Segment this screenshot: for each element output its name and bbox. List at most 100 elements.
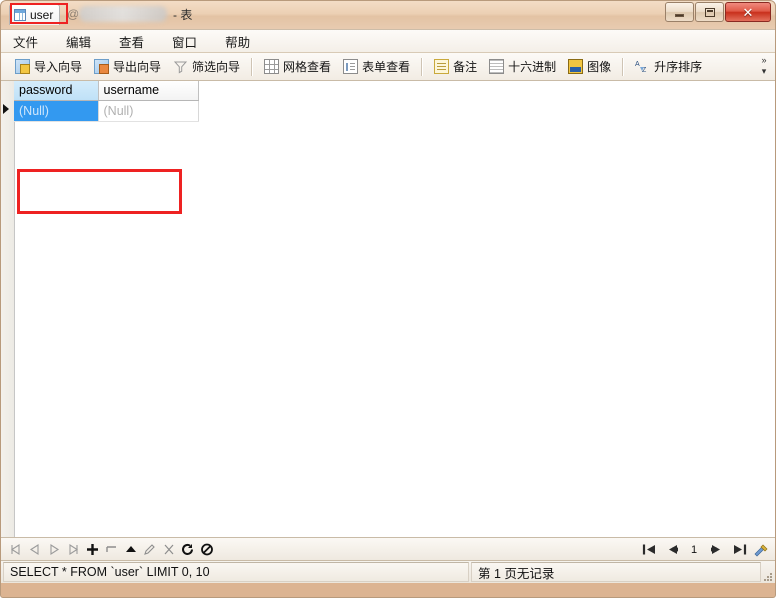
nav-apply-change-button[interactable] — [121, 540, 140, 559]
data-grid[interactable]: password username (Null) (Null) — [14, 81, 199, 122]
row-header-column — [1, 81, 15, 537]
last-page-icon — [733, 544, 746, 555]
title-blurred-connection — [79, 6, 167, 22]
next-page-button[interactable] — [707, 540, 727, 559]
menu-window[interactable]: 窗口 — [172, 30, 211, 53]
filter-funnel-icon — [173, 59, 188, 74]
minimize-button[interactable] — [665, 2, 694, 22]
page-navigation: 1 — [639, 538, 771, 561]
minimize-icon — [675, 14, 684, 17]
toolbar-overflow-button[interactable]: » ▾ — [757, 55, 771, 79]
maximize-button[interactable] — [695, 2, 724, 22]
pencil-icon — [143, 543, 155, 555]
sort-ascending-label: 升序排序 — [654, 60, 703, 74]
nav icat-window: user @ - 表 ✕ 文件 编辑 查看 窗口 帮助 导入向导 导出向导 筛选… — [0, 0, 776, 598]
toolbar-separator-3 — [622, 57, 625, 76]
prev-record-icon — [29, 543, 39, 555]
filter-wizard-button[interactable]: 筛选向导 — [167, 55, 246, 79]
sort-ascending-button[interactable]: A Z 升序排序 — [629, 55, 708, 79]
last-record-icon — [69, 543, 79, 555]
tools-icon — [754, 544, 768, 556]
menu-view[interactable]: 查看 — [119, 30, 158, 53]
next-page-icon — [710, 545, 720, 554]
table-icon — [14, 9, 26, 21]
last-page-button[interactable] — [729, 540, 749, 559]
sort-az-icon: A Z — [635, 59, 650, 74]
toolbar-overflow-arrow-icon: ▾ — [761, 66, 767, 76]
nav-delete-record-button[interactable] — [102, 540, 121, 559]
refresh-icon — [181, 543, 193, 555]
grid-view-icon — [264, 59, 280, 74]
form-view-label: 表单查看 — [362, 60, 411, 74]
status-sql-text: SELECT * FROM `user` LIMIT 0, 10 — [3, 562, 469, 582]
tools-button[interactable] — [751, 540, 771, 559]
export-wizard-label: 导出向导 — [113, 60, 162, 74]
svg-text:A: A — [635, 61, 640, 68]
first-page-icon — [642, 544, 655, 555]
status-bar: SELECT * FROM `user` LIMIT 0, 10 第 1 页无记… — [1, 561, 775, 583]
data-grid-area[interactable]: password username (Null) (Null) — [1, 81, 775, 538]
nav-next-record-button[interactable] — [45, 540, 64, 559]
close-button[interactable]: ✕ — [725, 2, 771, 22]
prev-page-button[interactable] — [661, 540, 681, 559]
window-controls: ✕ — [665, 2, 771, 22]
menu-help[interactable]: 帮助 — [225, 30, 264, 53]
record-navigation-bar: 1 — [1, 538, 775, 561]
cell-username[interactable]: (Null) — [98, 100, 199, 122]
image-button[interactable]: 图像 — [562, 55, 617, 79]
import-wizard-label: 导入向导 — [34, 60, 83, 74]
close-icon: ✕ — [742, 4, 754, 20]
menu-edit[interactable]: 编辑 — [66, 30, 105, 53]
hex-icon — [489, 59, 505, 74]
status-page-info: 第 1 页无记录 — [471, 562, 761, 582]
table-tab-user[interactable]: user — [9, 4, 61, 25]
next-record-icon — [50, 543, 60, 555]
title-suffix: - 表 — [173, 8, 193, 22]
hex-button[interactable]: 十六进制 — [483, 55, 562, 79]
toolbar-separator-1 — [251, 57, 254, 76]
import-wizard-button[interactable]: 导入向导 — [9, 55, 88, 79]
memo-label: 备注 — [453, 60, 478, 74]
nav-cut-record-button[interactable] — [159, 540, 178, 559]
nav-edit-record-button[interactable] — [140, 540, 159, 559]
export-wizard-button[interactable]: 导出向导 — [88, 55, 167, 79]
toolbar-separator-2 — [421, 57, 424, 76]
grid-header-row: password username — [14, 81, 199, 101]
nav-stop-button[interactable] — [197, 540, 216, 559]
table-row[interactable]: (Null) (Null) — [14, 100, 199, 122]
memo-button[interactable]: 备注 — [428, 55, 483, 79]
title-bar: user @ - 表 ✕ — [1, 1, 775, 29]
import-wizard-icon — [15, 59, 30, 74]
table-tab-label: user — [30, 8, 54, 22]
form-view-icon — [343, 59, 359, 74]
minus-record-icon — [105, 545, 116, 552]
toolbar-overflow-chevron-icon: » — [761, 55, 767, 65]
hex-label: 十六进制 — [508, 60, 557, 74]
filter-wizard-label: 筛选向导 — [192, 60, 241, 74]
nav-prev-record-button[interactable] — [26, 540, 45, 559]
export-wizard-icon — [94, 59, 110, 74]
nav-last-record-button[interactable] — [64, 540, 83, 559]
grid-view-label: 网格查看 — [283, 60, 332, 74]
menu-file[interactable]: 文件 — [13, 30, 52, 53]
resize-grip-icon[interactable] — [760, 569, 772, 581]
column-header-password[interactable]: password — [14, 81, 99, 101]
cell-password[interactable]: (Null) — [14, 100, 99, 122]
prev-page-icon — [668, 545, 678, 554]
plus-icon — [87, 543, 98, 555]
nav-add-record-button[interactable] — [83, 540, 102, 559]
maximize-icon — [704, 7, 715, 17]
apply-triangle-icon — [125, 545, 136, 552]
grid-view-button[interactable]: 网格查看 — [258, 55, 337, 79]
memo-icon — [434, 59, 450, 74]
image-icon — [568, 59, 584, 74]
annotation-box-grid — [17, 169, 182, 214]
nav-refresh-button[interactable] — [178, 540, 197, 559]
menu-bar: 文件 编辑 查看 窗口 帮助 — [1, 29, 775, 53]
first-page-button[interactable] — [639, 540, 659, 559]
column-header-username[interactable]: username — [98, 81, 199, 101]
form-view-button[interactable]: 表单查看 — [337, 55, 416, 79]
nav-first-record-button[interactable] — [7, 540, 26, 559]
title-at-symbol: @ — [67, 7, 80, 21]
page-number-field[interactable]: 1 — [683, 544, 705, 556]
